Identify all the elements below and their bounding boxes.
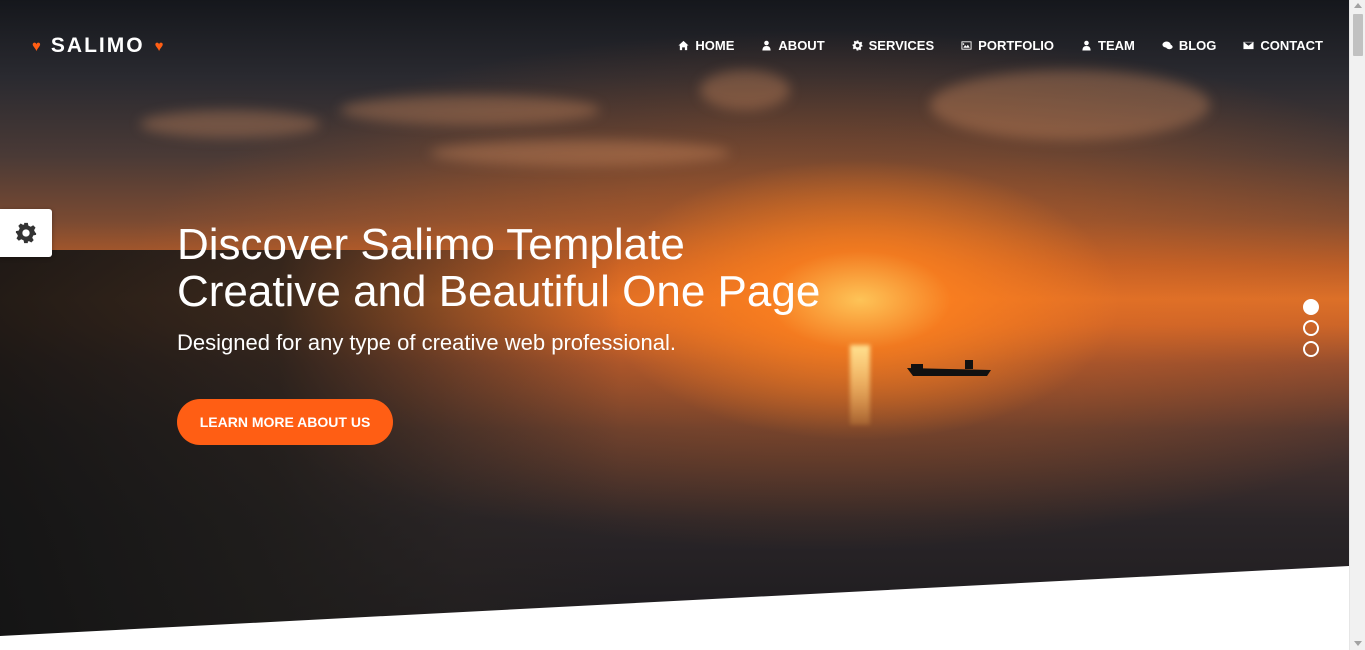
gear-icon bbox=[852, 40, 863, 51]
heart-icon: ♥ bbox=[154, 37, 164, 55]
envelope-icon bbox=[1243, 41, 1254, 50]
site-logo[interactable]: ♥ SALIMO ♥ bbox=[32, 33, 163, 59]
scroll-up-arrow[interactable] bbox=[1354, 3, 1362, 8]
nav-label: HOME bbox=[695, 38, 735, 53]
nav-label: TEAM bbox=[1098, 38, 1135, 53]
scroll-down-arrow[interactable] bbox=[1354, 641, 1362, 646]
heart-icon: ♥ bbox=[32, 37, 41, 55]
nav-label: SERVICES bbox=[868, 38, 935, 53]
image-icon bbox=[961, 41, 972, 50]
scroll-thumb[interactable] bbox=[1353, 14, 1363, 56]
learn-more-button[interactable]: LEARN MORE ABOUT US bbox=[177, 399, 393, 445]
slide-dot-1[interactable] bbox=[1303, 299, 1319, 315]
nav-item-team[interactable]: TEAM bbox=[1081, 38, 1135, 53]
home-icon bbox=[678, 40, 689, 51]
hero-headline: Discover Salimo Template Creative and Be… bbox=[177, 221, 820, 315]
headline-line-2: Creative and Beautiful One Page bbox=[177, 267, 821, 316]
gear-icon bbox=[15, 222, 37, 244]
nav-label: ABOUT bbox=[778, 38, 825, 53]
user-icon bbox=[1082, 40, 1091, 51]
nav-item-portfolio[interactable]: PORTFOLIO bbox=[961, 38, 1054, 53]
nav-label: BLOG bbox=[1178, 38, 1217, 53]
hero-section bbox=[0, 0, 1349, 650]
slide-dot-2[interactable] bbox=[1303, 320, 1319, 336]
settings-toggle-button[interactable] bbox=[0, 209, 52, 257]
nav-item-blog[interactable]: BLOG bbox=[1162, 38, 1217, 53]
nav-item-home[interactable]: HOME bbox=[678, 38, 734, 53]
page-scrollbar[interactable] bbox=[1349, 0, 1365, 650]
hero-subheading: Designed for any type of creative web pr… bbox=[177, 330, 676, 355]
slide-dot-3[interactable] bbox=[1303, 341, 1319, 357]
brand-name: SALIMO bbox=[50, 34, 145, 57]
slider-pagination bbox=[1303, 299, 1319, 357]
nav-item-about[interactable]: ABOUT bbox=[761, 38, 825, 53]
section-divider bbox=[0, 566, 1349, 650]
nav-item-services[interactable]: SERVICES bbox=[852, 38, 935, 53]
nav-item-contact[interactable]: CONTACT bbox=[1243, 38, 1323, 53]
comments-icon bbox=[1162, 41, 1173, 50]
headline-line-1: Discover Salimo Template bbox=[177, 220, 685, 269]
user-icon bbox=[762, 40, 772, 51]
nav-label: PORTFOLIO bbox=[978, 38, 1054, 53]
nav-label: CONTACT bbox=[1260, 38, 1323, 53]
main-nav: HOME ABOUT SERVICES PORTFOLIO TEAM BLOG … bbox=[678, 38, 1323, 53]
